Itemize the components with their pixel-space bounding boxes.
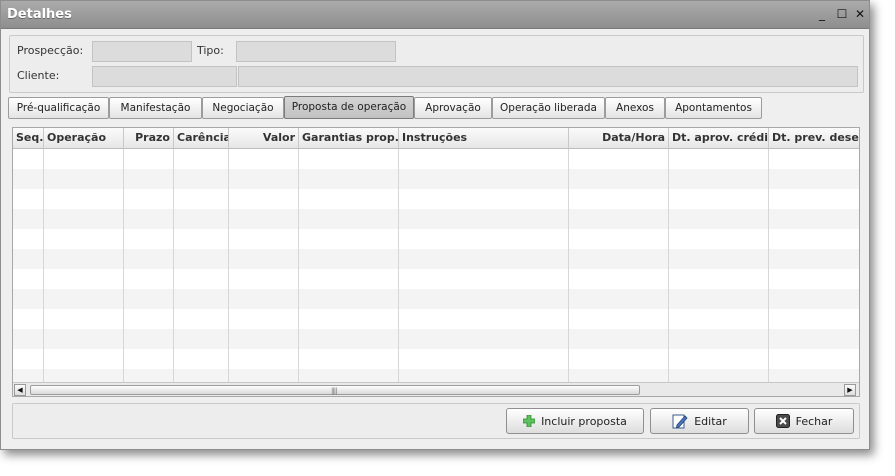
cliente-name-field[interactable] [238, 66, 858, 87]
plus-icon [523, 415, 536, 427]
tab-negociacao[interactable]: Negociação [202, 97, 284, 119]
table-row [13, 169, 859, 189]
tab-anexos[interactable]: Anexos [605, 97, 665, 119]
tab-operacao-liberada[interactable]: Operação liberada [492, 97, 605, 119]
table-row [13, 229, 859, 249]
tab-pre-qualificacao[interactable]: Pré-qualificação [8, 97, 109, 119]
table-row [13, 189, 859, 209]
minimize-icon[interactable]: _ [815, 7, 829, 21]
column-header-carencia[interactable]: Carência [174, 128, 229, 148]
table-row [13, 149, 859, 169]
editar-label: Editar [694, 414, 727, 428]
column-divider [768, 149, 769, 382]
tab-proposta-de-operacao[interactable]: Proposta de operação [284, 96, 414, 119]
cliente-code-field[interactable] [92, 66, 237, 87]
header-panel: Prospecção: Tipo: Cliente: [9, 35, 864, 93]
column-divider [568, 149, 569, 382]
column-header-operacao[interactable]: Operação [44, 128, 124, 148]
column-divider [228, 149, 229, 382]
table-row [13, 309, 859, 329]
title-bar[interactable]: Detalhes _ ☐ ✕ [1, 1, 869, 29]
column-header-prazo[interactable]: Prazo [124, 128, 174, 148]
fechar-button[interactable]: Fechar [754, 408, 854, 434]
scroll-right-icon[interactable]: ▶ [844, 384, 856, 396]
pencil-icon [672, 414, 688, 429]
column-header-valor[interactable]: Valor [229, 128, 299, 148]
column-header-dt-prev-desem[interactable]: Dt. prev. desem... [769, 128, 859, 148]
table-row [13, 209, 859, 229]
column-divider [298, 149, 299, 382]
tipo-field[interactable] [236, 41, 396, 62]
cliente-label: Cliente: [17, 69, 60, 82]
column-header-data-hora[interactable]: Data/Hora [569, 128, 669, 148]
tab-manifestacao[interactable]: Manifestação [109, 97, 202, 119]
scroll-left-icon[interactable]: ◀ [14, 384, 26, 396]
maximize-icon[interactable]: ☐ [835, 7, 849, 21]
scroll-grip-icon: |||| [331, 387, 338, 395]
close-x-icon [775, 414, 790, 428]
column-divider [398, 149, 399, 382]
column-header-seq[interactable]: Seq. [13, 128, 44, 148]
table-row [13, 249, 859, 269]
window-title: Detalhes [7, 7, 72, 22]
column-header-garantias[interactable]: Garantias prop... [299, 128, 399, 148]
column-divider [668, 149, 669, 382]
column-header-instrucoes[interactable]: Instruções [399, 128, 569, 148]
tab-aprovacao[interactable]: Aprovação [414, 97, 492, 119]
tipo-label: Tipo: [197, 44, 224, 57]
fechar-label: Fechar [795, 414, 833, 428]
column-divider [173, 149, 174, 382]
proposals-grid[interactable]: Seq. Operação Prazo Carência Valor Garan… [12, 127, 860, 397]
table-row [13, 369, 859, 382]
footer-panel: Incluir proposta Editar Fechar [12, 403, 860, 439]
tab-apontamentos[interactable]: Apontamentos [665, 97, 762, 119]
incluir-proposta-button[interactable]: Incluir proposta [506, 408, 644, 434]
prospeccao-field[interactable] [92, 41, 192, 62]
grid-body[interactable] [13, 149, 859, 382]
horizontal-scrollbar[interactable]: ◀ |||| ▶ [13, 382, 859, 396]
table-row [13, 329, 859, 349]
column-header-dt-aprov-credito[interactable]: Dt. aprov. crédito [669, 128, 769, 148]
grid-header: Seq. Operação Prazo Carência Valor Garan… [13, 128, 859, 149]
close-icon[interactable]: ✕ [853, 7, 867, 21]
column-divider [123, 149, 124, 382]
table-row [13, 349, 859, 369]
details-window: Detalhes _ ☐ ✕ Prospecção: Tipo: Cliente… [0, 0, 870, 450]
table-row [13, 289, 859, 309]
prospeccao-label: Prospecção: [17, 44, 84, 57]
incluir-proposta-label: Incluir proposta [541, 414, 627, 428]
scrollbar-thumb[interactable]: |||| [30, 385, 640, 395]
editar-button[interactable]: Editar [650, 408, 749, 434]
column-divider [43, 149, 44, 382]
table-row [13, 269, 859, 289]
